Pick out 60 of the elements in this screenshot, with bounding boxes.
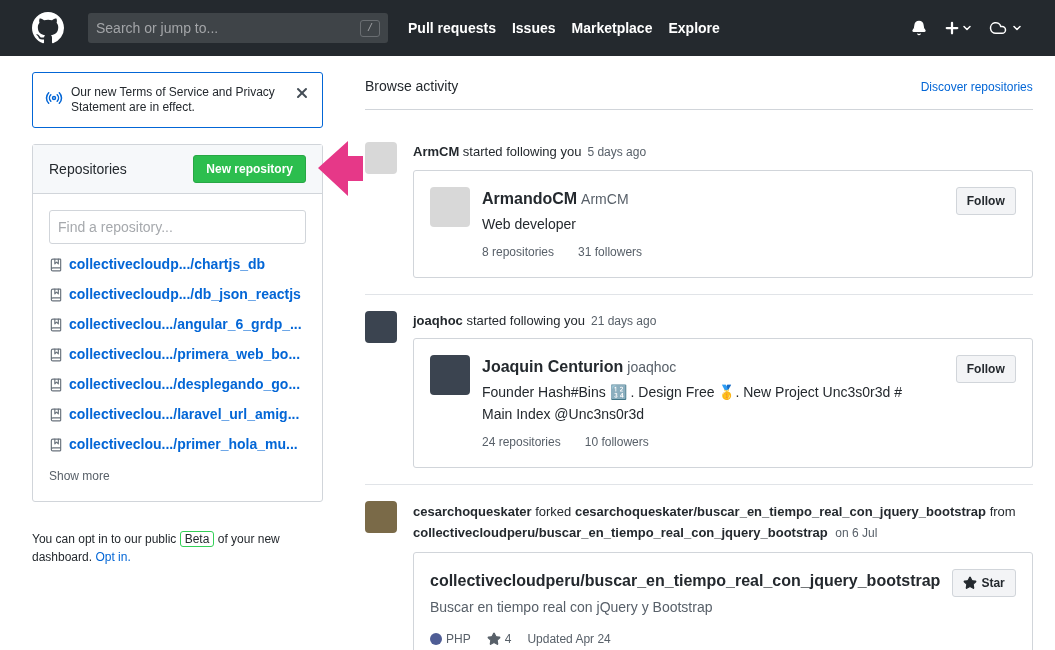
opt-in-link[interactable]: Opt in.	[95, 550, 131, 564]
user-name[interactable]: ArmandoCM	[482, 186, 578, 211]
arrow-annotation	[318, 141, 363, 196]
repository-link[interactable]: collectiveclou.../primer_hola_mu...	[69, 434, 298, 455]
star-button[interactable]: Star	[952, 569, 1016, 597]
repo-icon	[49, 317, 63, 332]
repo-icon	[49, 377, 63, 392]
feed-title: Browse activity	[365, 77, 459, 96]
discover-link[interactable]: Discover repositories	[920, 77, 1033, 96]
activity-time: 5 days ago	[587, 144, 647, 161]
nav-link[interactable]: Explore	[668, 17, 720, 39]
user-name[interactable]: Joaquin Centurion	[482, 355, 624, 379]
activity-text: joaqhoc started following you	[413, 311, 585, 330]
followers-count[interactable]: 31 followers	[578, 242, 643, 261]
user-login: joaqhoc	[627, 358, 677, 377]
plus-icon[interactable]	[943, 19, 961, 37]
star-icon	[486, 632, 501, 646]
follow-button[interactable]: Follow	[955, 186, 1016, 215]
user-bio: Web developer	[482, 214, 577, 234]
repositories-count[interactable]: 24 repositories	[482, 433, 561, 451]
logo-icon[interactable]	[32, 12, 64, 44]
followers-count[interactable]: 10 followers	[584, 433, 649, 451]
repo-icon	[49, 257, 63, 272]
repository-link[interactable]: collectivecloudp.../chartjs_db	[69, 254, 266, 275]
repositories-count[interactable]: 8 repositories	[482, 242, 555, 261]
avatar-placeholder[interactable]	[365, 310, 397, 343]
shortcut-key: /	[360, 20, 380, 37]
repository-link[interactable]: collectiveclou.../desplegando_go...	[69, 374, 301, 395]
repository-title[interactable]: collectivecloudperu/buscar_en_tiempo_real_con_jquery_bootstrap	[430, 569, 941, 593]
star-icon	[963, 576, 978, 590]
repository-link[interactable]: collectiveclou.../primera_web_bo...	[69, 344, 301, 365]
repo-icon	[49, 437, 63, 452]
notice-text: Our new Terms of Service and Privacy Statement are in effect.	[71, 85, 276, 115]
repository-link[interactable]: collectiveclou.../laravel_url_amig...	[69, 404, 300, 425]
activity-text: ArmCM started following you	[413, 143, 582, 161]
filter-field[interactable]: Find a repository...	[49, 210, 306, 244]
notifications-icon[interactable]	[911, 20, 927, 36]
language-label: PHP	[446, 631, 471, 648]
show-more-link[interactable]: Show more	[49, 467, 306, 485]
nav-link[interactable]: Issues	[511, 17, 556, 39]
star-count[interactable]: 4	[504, 630, 512, 648]
nav-link[interactable]: Marketplace	[571, 17, 653, 39]
user-login: ArmCM	[581, 189, 629, 209]
user-bio: Founder Hash#Bins 🔢 . Design Free 🥇. New Project Unc3s0r3d # Main Index @Unc3ns0r3d	[482, 383, 903, 424]
repo-icon	[49, 407, 63, 422]
repository-link[interactable]: collectiveclou.../angular_6_grdp_...	[69, 314, 302, 335]
repository-description: Buscar en tiempo real con jQuery y Bootstrap	[430, 598, 714, 617]
close-icon[interactable]	[294, 85, 310, 101]
updated-date: Updated Apr 24	[527, 631, 611, 648]
follow-button[interactable]: Follow	[955, 355, 1016, 383]
beta-label: Beta	[179, 531, 215, 547]
activity-time: 21 days ago	[591, 312, 657, 330]
repo-icon	[49, 287, 63, 302]
repo-icon	[49, 347, 63, 362]
nav-link[interactable]: Pull requests	[408, 17, 496, 39]
beta-notice: You can opt in to our public Beta of your new dashboard. Opt in.	[32, 530, 281, 566]
panel-title: Repositories	[49, 159, 127, 179]
activity-text: cesarchoqueskater forked cesarchoqueskater/buscar_en_tiempo_real_con_jquery_bootstrap from collectivecloudperu/buscar_en_tiempo_real_con_jquery_bootstrap on 6 Jul	[413, 503, 1017, 542]
repository-link[interactable]: collectivecloudp.../db_json_reactjs	[69, 284, 301, 305]
broadcast-icon	[45, 89, 63, 107]
